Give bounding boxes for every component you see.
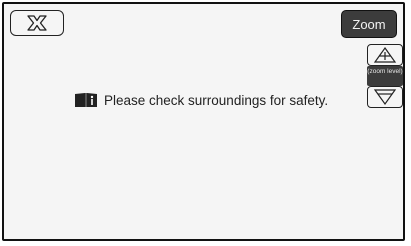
safety-message: Please check surroundings for safety. bbox=[74, 91, 328, 109]
zoom-level-label: (zoom level) bbox=[367, 66, 403, 86]
zoom-button[interactable]: Zoom bbox=[341, 10, 397, 38]
arrow-down-icon bbox=[373, 89, 397, 106]
zoom-in-button[interactable] bbox=[367, 44, 403, 66]
zoom-out-button[interactable] bbox=[367, 86, 403, 108]
display-screen: Zoom (zoom level) Please check surroundi… bbox=[2, 2, 405, 241]
plus-arrow-up-icon bbox=[373, 46, 397, 63]
close-button[interactable] bbox=[10, 10, 64, 36]
safety-message-text: Please check surroundings for safety. bbox=[104, 92, 329, 108]
close-x-icon bbox=[27, 15, 47, 31]
manual-book-info-icon bbox=[75, 93, 97, 107]
